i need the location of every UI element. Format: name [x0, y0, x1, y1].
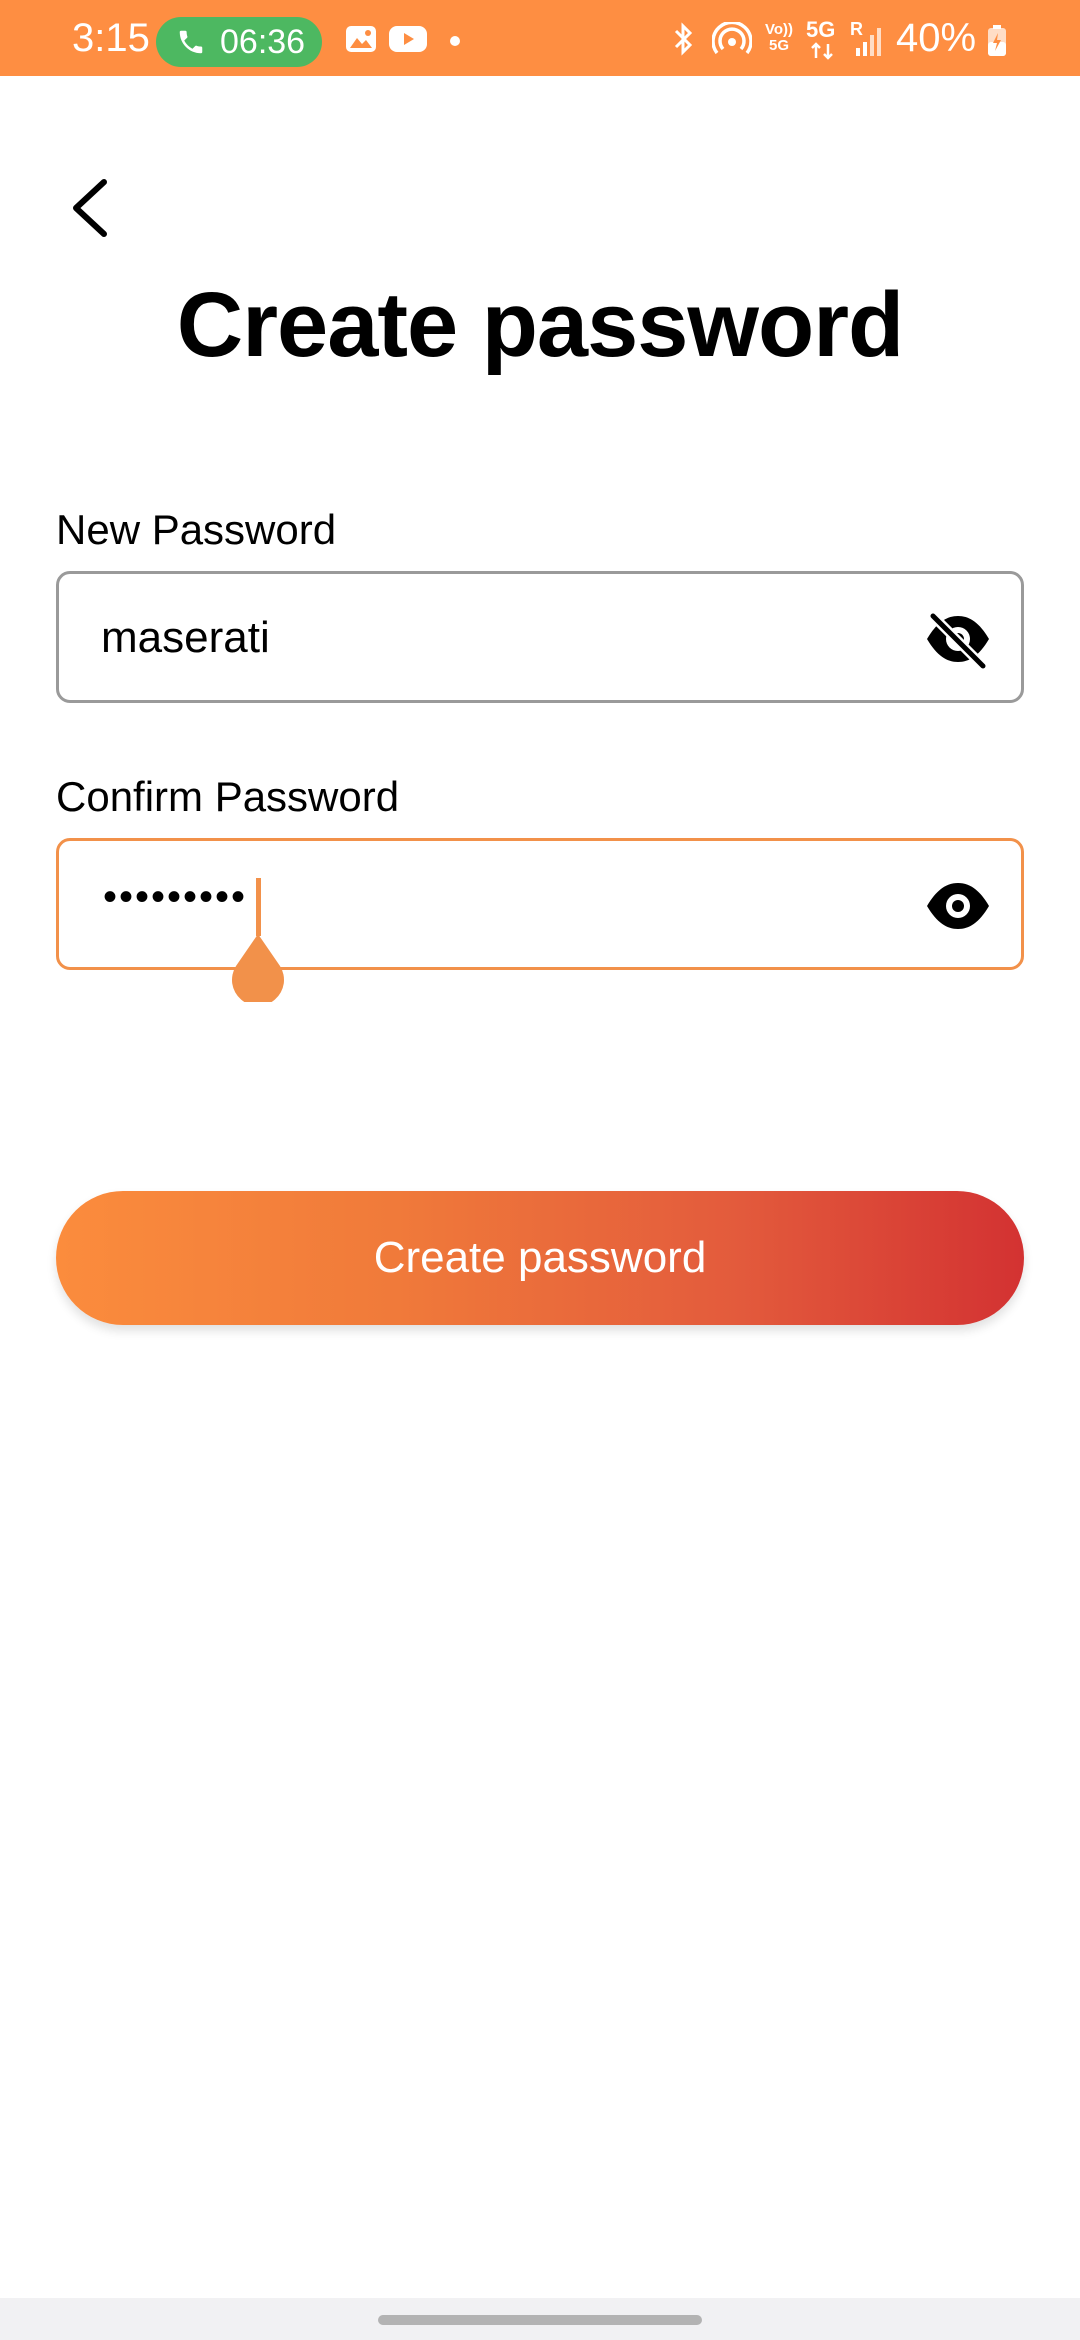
eye-off-icon [927, 611, 989, 671]
status-bar: 3:15 06:36 Vo)) 5G 5G R 40% [0, 0, 1080, 76]
navigation-bar [0, 2298, 1080, 2340]
gallery-icon [346, 26, 376, 52]
ongoing-call-chip[interactable]: 06:36 [156, 17, 322, 67]
battery-percentage: 40% [896, 16, 977, 60]
confirm-password-field[interactable]: ••••••••• [56, 838, 1024, 970]
chevron-left-icon [73, 179, 107, 237]
text-cursor [256, 878, 261, 936]
new-password-value[interactable]: maserati [101, 612, 270, 664]
back-button[interactable] [60, 172, 120, 244]
confirm-password-masked-value[interactable]: ••••••••• [103, 871, 247, 923]
battery-icon [988, 25, 1006, 56]
phone-icon [179, 30, 203, 54]
confirm-password-label: Confirm Password [56, 773, 400, 820]
call-duration: 06:36 [220, 23, 306, 61]
cursor-handle[interactable] [228, 930, 288, 1002]
signal-icon [856, 28, 881, 56]
create-password-button[interactable]: Create password [56, 1191, 1024, 1325]
volte-icon: Vo)) 5G [764, 21, 794, 54]
5g-icon: 5G [806, 17, 836, 42]
toggle-visibility-button[interactable] [923, 871, 993, 941]
home-gesture-pill[interactable] [378, 2315, 702, 2325]
eye-icon [927, 883, 989, 929]
data-arrows-icon [811, 42, 833, 60]
bluetooth-icon [674, 22, 693, 56]
page-title: Create password [176, 274, 904, 376]
new-password-field[interactable]: maserati [56, 571, 1024, 703]
toggle-visibility-button[interactable] [923, 604, 993, 674]
new-password-label: New Password [56, 506, 337, 553]
hotspot-icon [712, 22, 752, 55]
youtube-icon [389, 26, 427, 52]
notification-dot [450, 36, 460, 46]
status-time: 3:15 [72, 16, 150, 60]
